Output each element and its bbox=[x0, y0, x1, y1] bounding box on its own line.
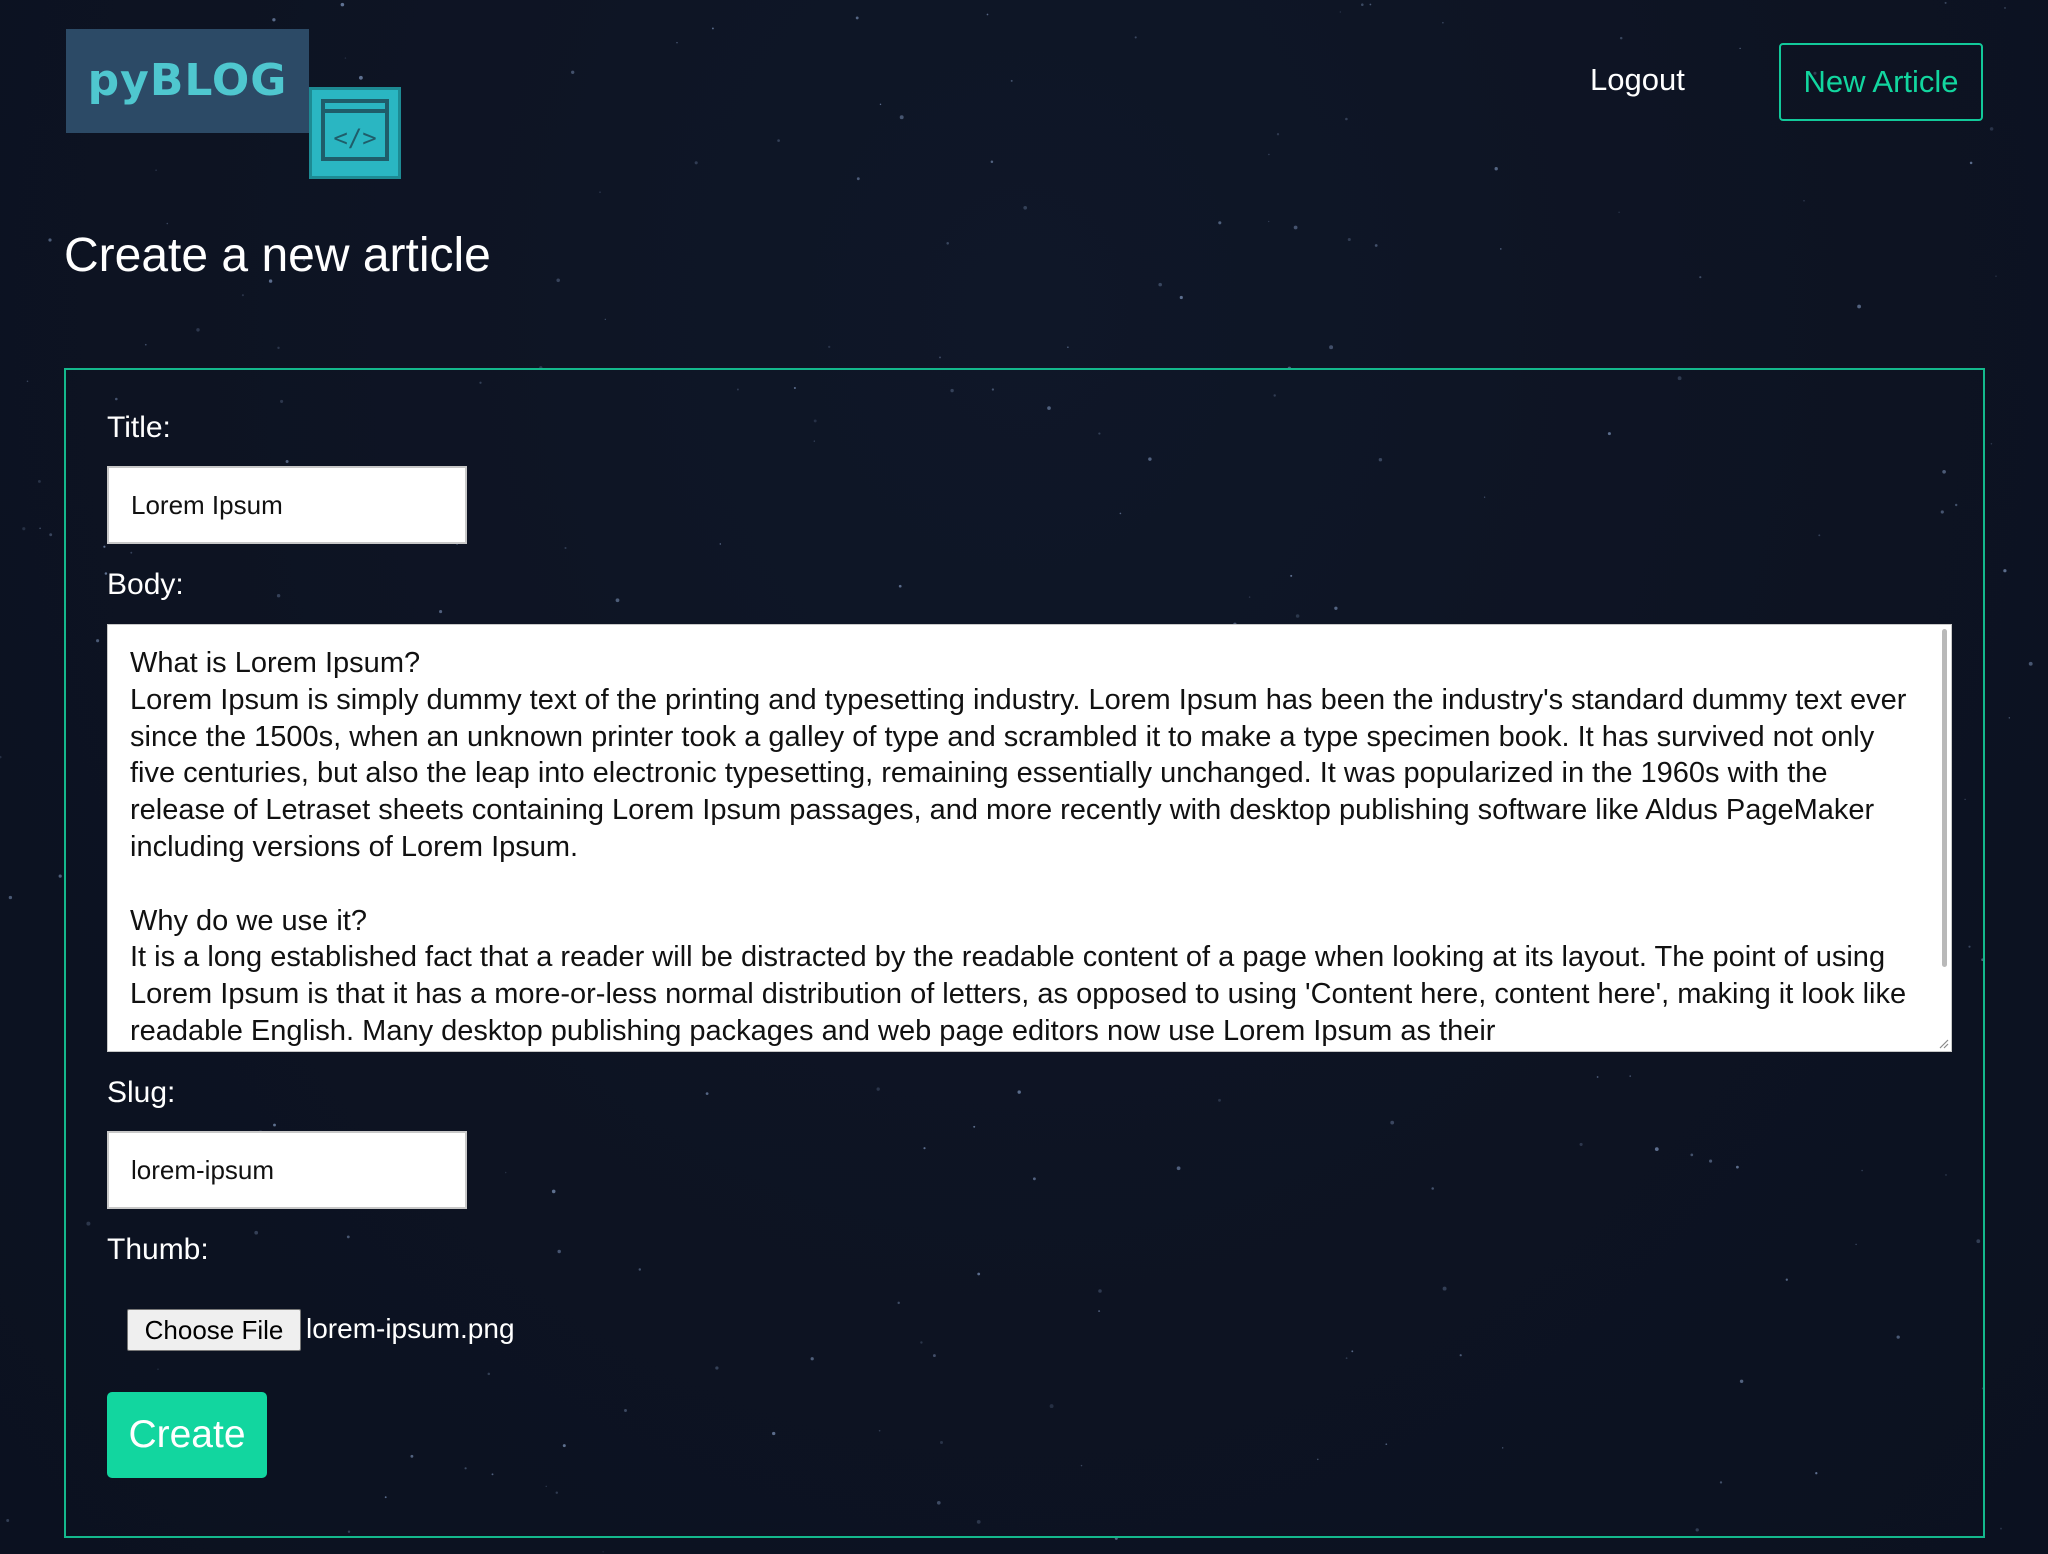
thumb-label: Thumb: bbox=[107, 1233, 209, 1266]
page-title: Create a new article bbox=[64, 229, 491, 282]
new-article-button[interactable]: New Article bbox=[1779, 43, 1983, 121]
selected-file-name: lorem-ipsum.png bbox=[306, 1313, 515, 1344]
slug-label: Slug: bbox=[107, 1076, 176, 1109]
body-label: Body: bbox=[107, 568, 184, 601]
logo-text: pyBLOG bbox=[66, 29, 309, 133]
site-logo[interactable]: pyBLOG </> bbox=[66, 29, 402, 181]
logout-link[interactable]: Logout bbox=[1590, 62, 1685, 98]
article-form: Title: Lorem Ipsum Body: What is Lorem I… bbox=[64, 368, 1985, 1538]
logo-badge-glyph: </> bbox=[333, 124, 376, 152]
slug-input[interactable]: lorem-ipsum bbox=[107, 1131, 467, 1209]
title-input[interactable]: Lorem Ipsum bbox=[107, 466, 467, 544]
create-button[interactable]: Create bbox=[107, 1392, 267, 1478]
body-text: What is Lorem Ipsum? Lorem Ipsum is simp… bbox=[130, 647, 1907, 1047]
choose-file-button[interactable]: Choose File bbox=[127, 1309, 301, 1351]
code-icon: </> bbox=[309, 87, 401, 179]
title-label: Title: bbox=[107, 411, 171, 444]
body-textarea[interactable]: What is Lorem Ipsum? Lorem Ipsum is simp… bbox=[107, 624, 1952, 1052]
resize-handle-icon[interactable] bbox=[1937, 1037, 1949, 1049]
textarea-scrollbar[interactable] bbox=[1942, 629, 1947, 967]
